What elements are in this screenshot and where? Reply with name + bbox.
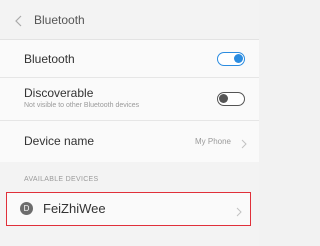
- device-name-value: My Phone: [194, 137, 231, 146]
- bluetooth-settings-screen: Bluetooth Bluetooth Discoverable Not vis…: [0, 0, 259, 246]
- discoverable-label: Discoverable: [24, 86, 94, 100]
- discoverable-toggle[interactable]: [217, 92, 245, 106]
- settings-card: Bluetooth Discoverable Not visible to ot…: [0, 40, 259, 162]
- top-bar: Bluetooth: [0, 0, 259, 40]
- toggle-knob: [234, 54, 243, 63]
- chevron-right-icon: [236, 204, 242, 217]
- discoverable-row[interactable]: Discoverable Not visible to other Blueto…: [0, 78, 259, 121]
- device-avatar-icon: D: [20, 202, 33, 215]
- page-title: Bluetooth: [34, 13, 85, 27]
- bluetooth-label: Bluetooth: [24, 52, 75, 66]
- available-devices-header: AVAILABLE DEVICES: [24, 176, 99, 183]
- back-chevron-icon[interactable]: [14, 14, 24, 27]
- discoverable-sublabel: Not visible to other Bluetooth devices: [24, 102, 140, 109]
- bluetooth-toggle[interactable]: [217, 52, 245, 66]
- chevron-right-icon: [241, 136, 247, 149]
- device-name-row[interactable]: Device name My Phone: [0, 121, 259, 162]
- bluetooth-row[interactable]: Bluetooth: [0, 40, 259, 78]
- device-name-label: Device name: [24, 134, 95, 148]
- toggle-knob: [219, 94, 228, 103]
- device-name: FeiZhiWee: [43, 201, 106, 216]
- device-list-item[interactable]: D FeiZhiWee: [6, 192, 251, 226]
